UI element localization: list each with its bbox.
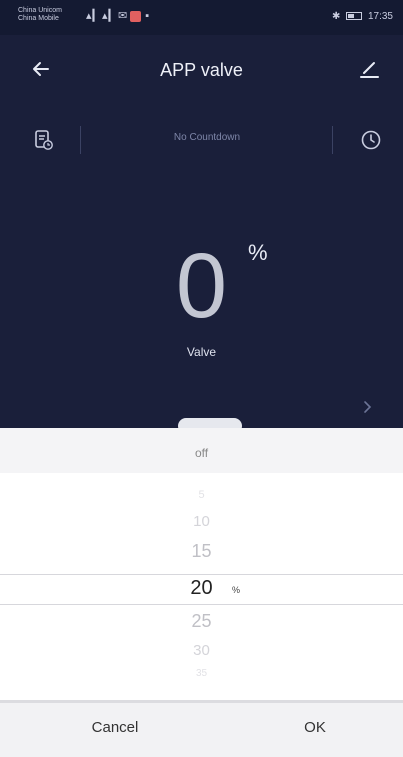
status-bar: China Unicom China Mobile ▴▎▴▎✉ ▪ ✱ 17:3… — [0, 0, 403, 35]
cancel-button[interactable]: Cancel — [40, 719, 190, 743]
divider-right — [332, 126, 333, 154]
clock-icon[interactable] — [360, 129, 382, 151]
off-row[interactable]: off — [0, 428, 403, 473]
app-screen: China Unicom China Mobile ▴▎▴▎✉ ▪ ✱ 17:3… — [0, 0, 403, 440]
dialog-actions: Cancel OK — [0, 700, 403, 757]
notification-badge-icon — [130, 10, 142, 22]
timer-list-icon[interactable] — [33, 129, 55, 151]
picker-option-15[interactable]: 15 — [0, 541, 403, 562]
picker-option-25[interactable]: 25 — [0, 611, 403, 632]
carrier-line-2: China Mobile — [18, 15, 59, 22]
countdown-bar: No Countdown — [0, 118, 403, 162]
top-bar: APP valve — [0, 52, 403, 90]
off-option[interactable]: off — [0, 446, 403, 460]
number-picker[interactable]: 5 10 15 20 % 25 30 35 — [0, 488, 403, 688]
valve-unit: % — [248, 240, 268, 265]
bluetooth-icon: ✱ — [332, 11, 341, 22]
page-title: APP valve — [160, 60, 243, 80]
percentage-picker-dialog: off 5 10 15 20 % 25 30 35 Cancel OK — [0, 418, 403, 757]
divider-left — [80, 126, 81, 154]
status-time: 17:35 — [367, 11, 393, 22]
picker-option-30[interactable]: 30 — [0, 642, 403, 659]
status-right: ✱ 17:35 — [332, 11, 393, 22]
countdown-label: No Countdown — [173, 132, 241, 143]
picker-selected-unit: % — [232, 585, 241, 595]
chevron-right-icon[interactable] — [358, 398, 376, 416]
picker-option-5[interactable]: 5 — [0, 489, 403, 501]
carrier-line-1: China Unicom — [18, 7, 62, 14]
valve-value: 0 — [175, 235, 228, 337]
picker-option-selected[interactable]: 20 — [0, 577, 403, 600]
picker-option-35[interactable]: 35 — [0, 668, 403, 679]
ok-button[interactable]: OK — [240, 719, 390, 743]
pencil-icon[interactable] — [358, 58, 380, 80]
battery-icon — [346, 12, 363, 21]
picker-option-10[interactable]: 10 — [0, 513, 403, 530]
carrier-info: China Unicom China Mobile — [18, 7, 62, 23]
valve-label: Valve — [186, 345, 217, 359]
signal-icons: ▴▎▴▎✉ ▪ — [86, 10, 151, 22]
